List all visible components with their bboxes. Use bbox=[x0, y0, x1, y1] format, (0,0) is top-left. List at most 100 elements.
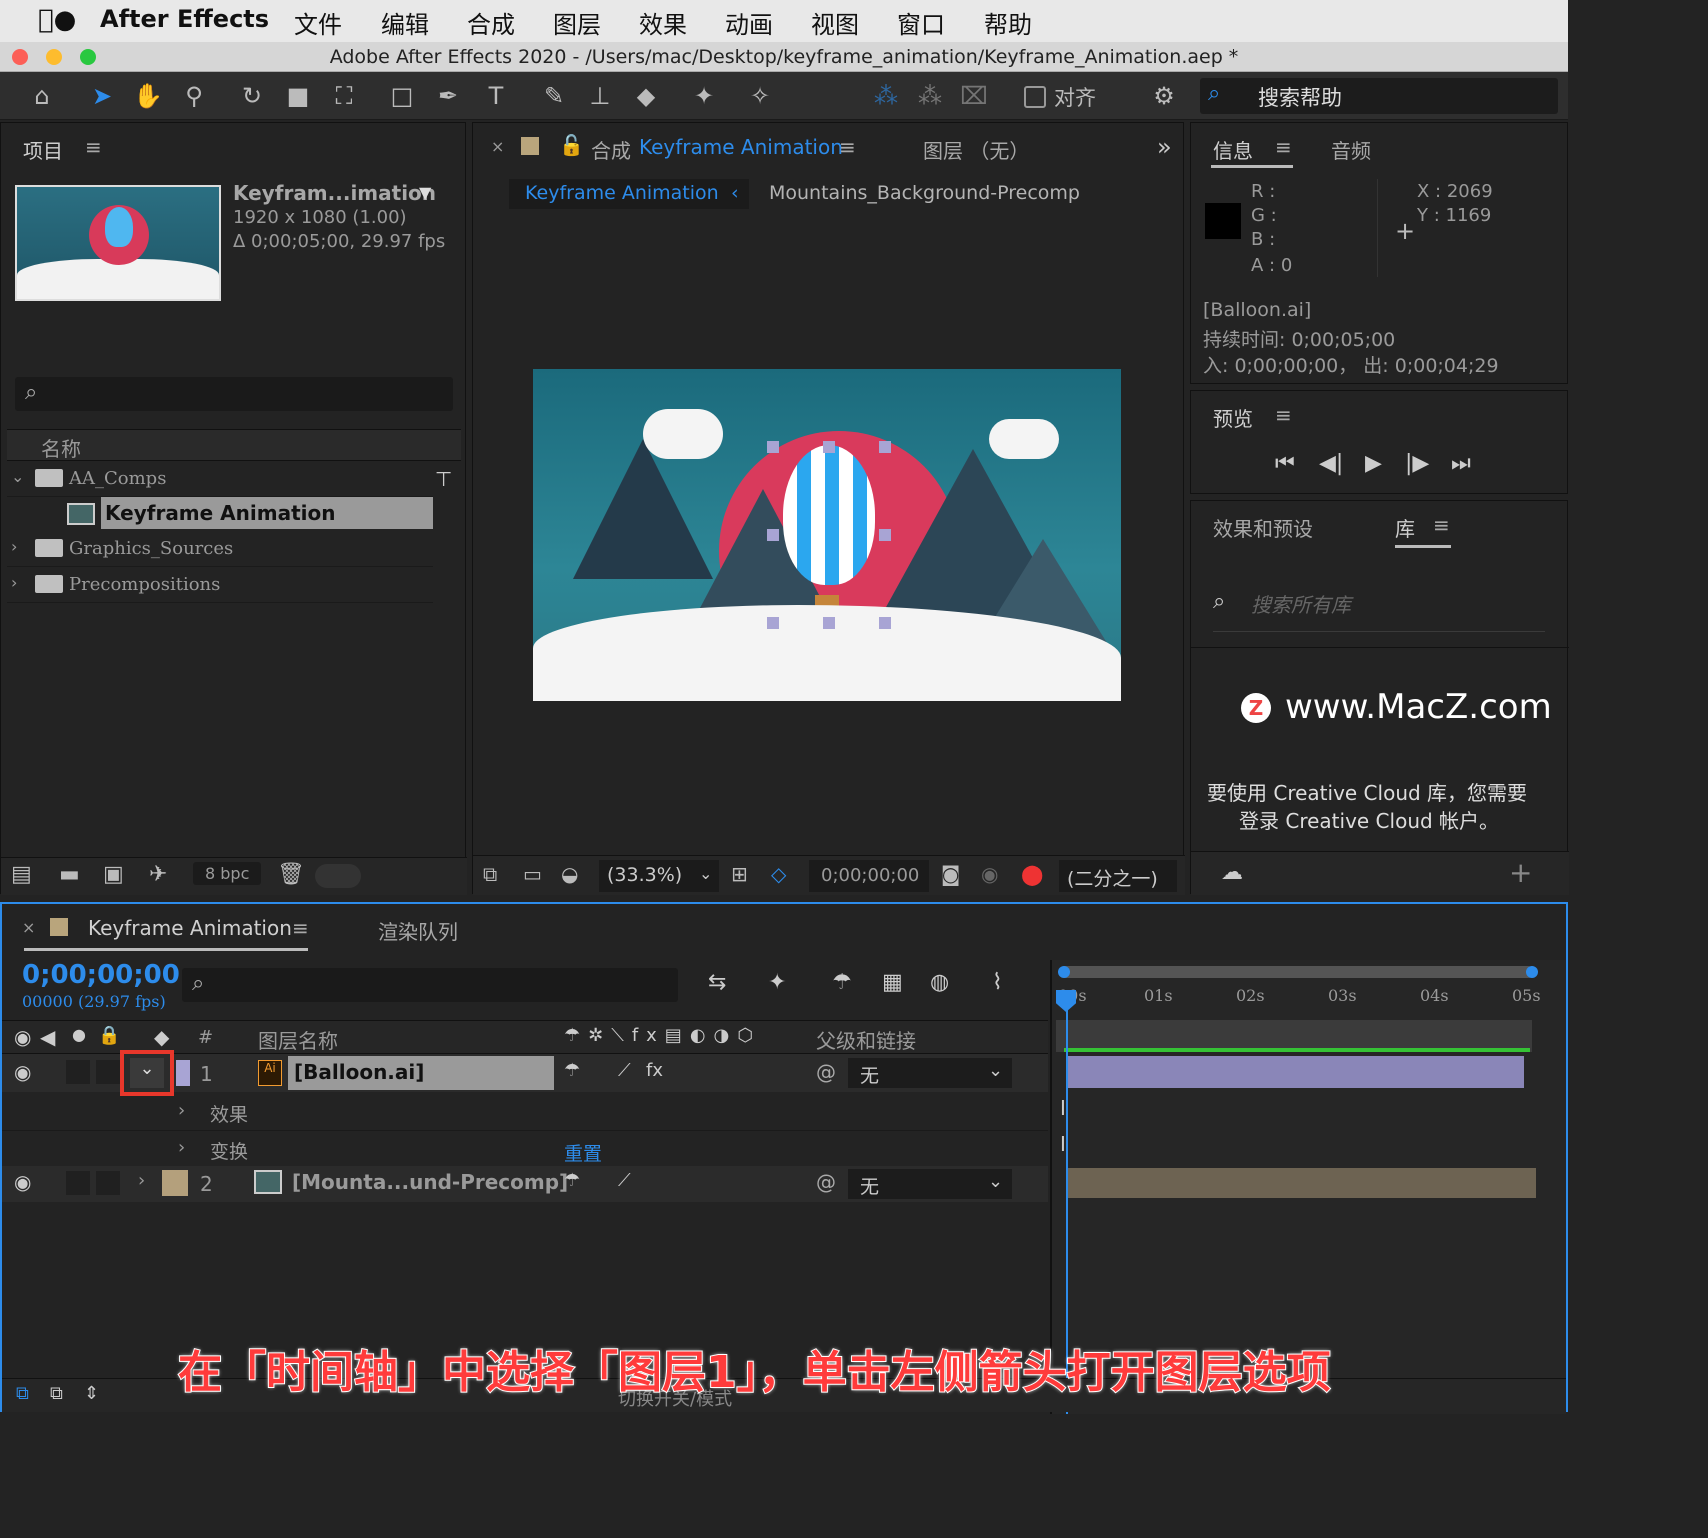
chevron-right-icon[interactable]: › bbox=[178, 1137, 185, 1158]
audio-tab[interactable]: 音频 bbox=[1331, 135, 1371, 164]
comp-menu-icon[interactable]: ≡ bbox=[839, 135, 856, 159]
eye-icon[interactable]: ◉ bbox=[14, 1060, 31, 1084]
layer-row-2[interactable]: ◉ › 2 [Mounta...und-Precomp] ☂ ⟋ @ 无 ⌄ bbox=[2, 1166, 1048, 1202]
reset-link[interactable]: 重置 bbox=[564, 1139, 602, 1166]
composition-flowchart-icon[interactable]: ⇆ bbox=[708, 970, 726, 995]
grid-icon[interactable]: ⊞ bbox=[731, 862, 748, 886]
list-item[interactable]: › Precompositions bbox=[7, 569, 433, 603]
zoom-dropdown[interactable]: (33.3%) ⌄ bbox=[599, 860, 719, 892]
always-preview-icon[interactable]: ⧉ bbox=[483, 862, 497, 886]
list-item[interactable]: › Graphics_Sources bbox=[7, 533, 433, 567]
layer-1-track[interactable] bbox=[1066, 1056, 1524, 1088]
add-icon[interactable]: + bbox=[1509, 856, 1532, 889]
in-out-icon[interactable]: ⇕ bbox=[84, 1383, 99, 1404]
menu-edit[interactable]: 编辑 bbox=[381, 5, 429, 40]
solo-toggle[interactable] bbox=[66, 1060, 90, 1084]
graph-editor-icon[interactable]: ⌇ bbox=[992, 970, 1003, 995]
zoom-tool-icon[interactable]: ⚲ bbox=[176, 78, 212, 114]
eye-icon[interactable]: ◉ bbox=[14, 1025, 31, 1049]
shy-switch-icon[interactable]: ☂ bbox=[564, 1170, 580, 1191]
parent-dropdown[interactable]: 无 ⌄ bbox=[848, 1169, 1012, 1199]
axis-view-icon[interactable]: ⌧ bbox=[956, 78, 992, 114]
composition-viewer[interactable] bbox=[533, 369, 1121, 701]
timeline-search-input[interactable]: ⌕ bbox=[182, 968, 678, 1002]
camera-tool-icon[interactable]: ■ bbox=[280, 78, 316, 114]
project-search-input[interactable]: ⌕ bbox=[15, 377, 453, 411]
comp-tab-prefix[interactable]: 合成 bbox=[591, 135, 631, 164]
timeline-menu-icon[interactable]: ≡ bbox=[292, 916, 309, 940]
show-snapshot-icon[interactable]: ◉ bbox=[981, 862, 998, 886]
comp-tab-name[interactable]: Keyframe Animation bbox=[639, 135, 843, 159]
project-menu-icon[interactable]: ≡ bbox=[85, 135, 102, 159]
layer-row-1[interactable]: ◉ ⌄ 1 Ai [Balloon.ai] ☂ ⟋ fx @ 无 ⌄ bbox=[2, 1050, 1048, 1096]
menu-effect[interactable]: 效果 bbox=[639, 5, 687, 40]
column-name[interactable]: 名称 bbox=[41, 433, 81, 462]
close-icon[interactable]: × bbox=[22, 918, 35, 937]
menu-animation[interactable]: 动画 bbox=[725, 5, 773, 40]
cloud-sync-icon[interactable]: ☁ bbox=[1221, 860, 1243, 885]
minimize-window-button[interactable] bbox=[46, 49, 62, 65]
feather-icon[interactable]: ✈ bbox=[149, 862, 167, 887]
playhead-handle[interactable] bbox=[1056, 990, 1076, 1012]
render-queue-tab[interactable]: 渲染队列 bbox=[378, 916, 458, 945]
column-parent[interactable]: 父级和链接 bbox=[816, 1025, 916, 1054]
workspace-icon[interactable]: ⚙ bbox=[1146, 78, 1182, 114]
pickwhip-icon[interactable]: @ bbox=[816, 1060, 836, 1084]
menu-layer[interactable]: 图层 bbox=[553, 5, 601, 40]
chevron-right-icon[interactable]: › bbox=[11, 537, 17, 556]
motion-blur-icon[interactable]: ◍ bbox=[930, 970, 949, 995]
speaker-icon[interactable]: ◀ bbox=[40, 1025, 55, 1049]
library-search-input[interactable]: 搜索所有库 bbox=[1251, 589, 1351, 618]
interpret-footage-icon[interactable]: ▤ bbox=[11, 862, 32, 887]
chevron-down-icon[interactable]: ⌄ bbox=[11, 467, 24, 486]
trash-icon[interactable]: 🗑 bbox=[277, 862, 305, 887]
bpc-button[interactable]: 8 bpc bbox=[193, 862, 262, 885]
eye-icon[interactable]: ◉ bbox=[14, 1170, 31, 1194]
info-tab[interactable]: 信息 bbox=[1213, 135, 1253, 164]
channel-icon[interactable]: ⬤ bbox=[1021, 862, 1043, 886]
quality-switch-icon[interactable]: ⟋ bbox=[618, 1060, 631, 1081]
layer-2-track[interactable] bbox=[1066, 1168, 1536, 1198]
shy-layers-icon[interactable]: ☂ bbox=[832, 970, 852, 995]
axis-world-icon[interactable]: ⁂ bbox=[912, 78, 948, 114]
monitor-icon[interactable]: ▭ bbox=[523, 862, 542, 886]
shy-switch-icon[interactable]: ☂ bbox=[564, 1060, 580, 1081]
lock-toggle[interactable] bbox=[96, 1171, 120, 1195]
zoom-window-button[interactable] bbox=[80, 49, 96, 65]
menu-file[interactable]: 文件 bbox=[294, 5, 342, 40]
work-area-bar[interactable] bbox=[1060, 966, 1534, 978]
lock-icon[interactable]: 🔓 bbox=[559, 133, 584, 157]
mask-visibility-icon[interactable]: ◒ bbox=[561, 862, 578, 886]
solo-toggle[interactable] bbox=[66, 1171, 90, 1195]
brush-tool-icon[interactable]: ✎ bbox=[536, 78, 572, 114]
pen-tool-icon[interactable]: ✒ bbox=[430, 78, 466, 114]
rotate-tool-icon[interactable]: ↻ bbox=[234, 78, 270, 114]
chevron-double-right-icon[interactable]: » bbox=[1157, 133, 1172, 161]
layer-tab[interactable]: 图层 （无） bbox=[923, 135, 1029, 164]
clone-stamp-tool-icon[interactable]: ⊥ bbox=[582, 78, 618, 114]
layer-sub-transform[interactable]: › 变换 重置 bbox=[2, 1130, 1048, 1166]
column-layer-name[interactable]: 图层名称 bbox=[258, 1025, 338, 1054]
fx-switch-icon[interactable]: fx bbox=[646, 1060, 663, 1081]
align-checkbox[interactable] bbox=[1024, 86, 1046, 108]
lock-toggle[interactable] bbox=[96, 1060, 120, 1084]
pickwhip-icon[interactable]: @ bbox=[816, 1170, 836, 1194]
type-tool-icon[interactable]: T bbox=[478, 78, 514, 114]
libraries-tab[interactable]: 库 bbox=[1395, 513, 1415, 542]
puppet-tool-icon[interactable]: ✧ bbox=[742, 78, 778, 114]
flowchart-icon[interactable]: ⊤ bbox=[435, 467, 452, 491]
work-area-start-handle[interactable] bbox=[1058, 966, 1070, 978]
breadcrumb-next[interactable]: Mountains_Background-Precomp bbox=[769, 182, 1080, 204]
layer-name[interactable]: [Mounta...und-Precomp] bbox=[292, 1170, 568, 1194]
axis-local-icon[interactable]: ⁂ bbox=[868, 78, 904, 114]
last-frame-icon[interactable]: ⏭ bbox=[1451, 451, 1471, 476]
close-window-button[interactable] bbox=[12, 49, 28, 65]
layer-color-label[interactable] bbox=[162, 1170, 188, 1196]
breadcrumb-active[interactable]: Keyframe Animation bbox=[525, 182, 719, 204]
menu-window[interactable]: 窗口 bbox=[897, 5, 945, 40]
selection-tool-icon[interactable]: ➤ bbox=[84, 78, 120, 114]
layer-sub-effects[interactable]: › 效果 bbox=[2, 1094, 1048, 1130]
effects-presets-tab[interactable]: 效果和预设 bbox=[1213, 513, 1313, 542]
label-tag-icon[interactable]: ◆ bbox=[154, 1025, 169, 1049]
menu-composition[interactable]: 合成 bbox=[467, 5, 515, 40]
